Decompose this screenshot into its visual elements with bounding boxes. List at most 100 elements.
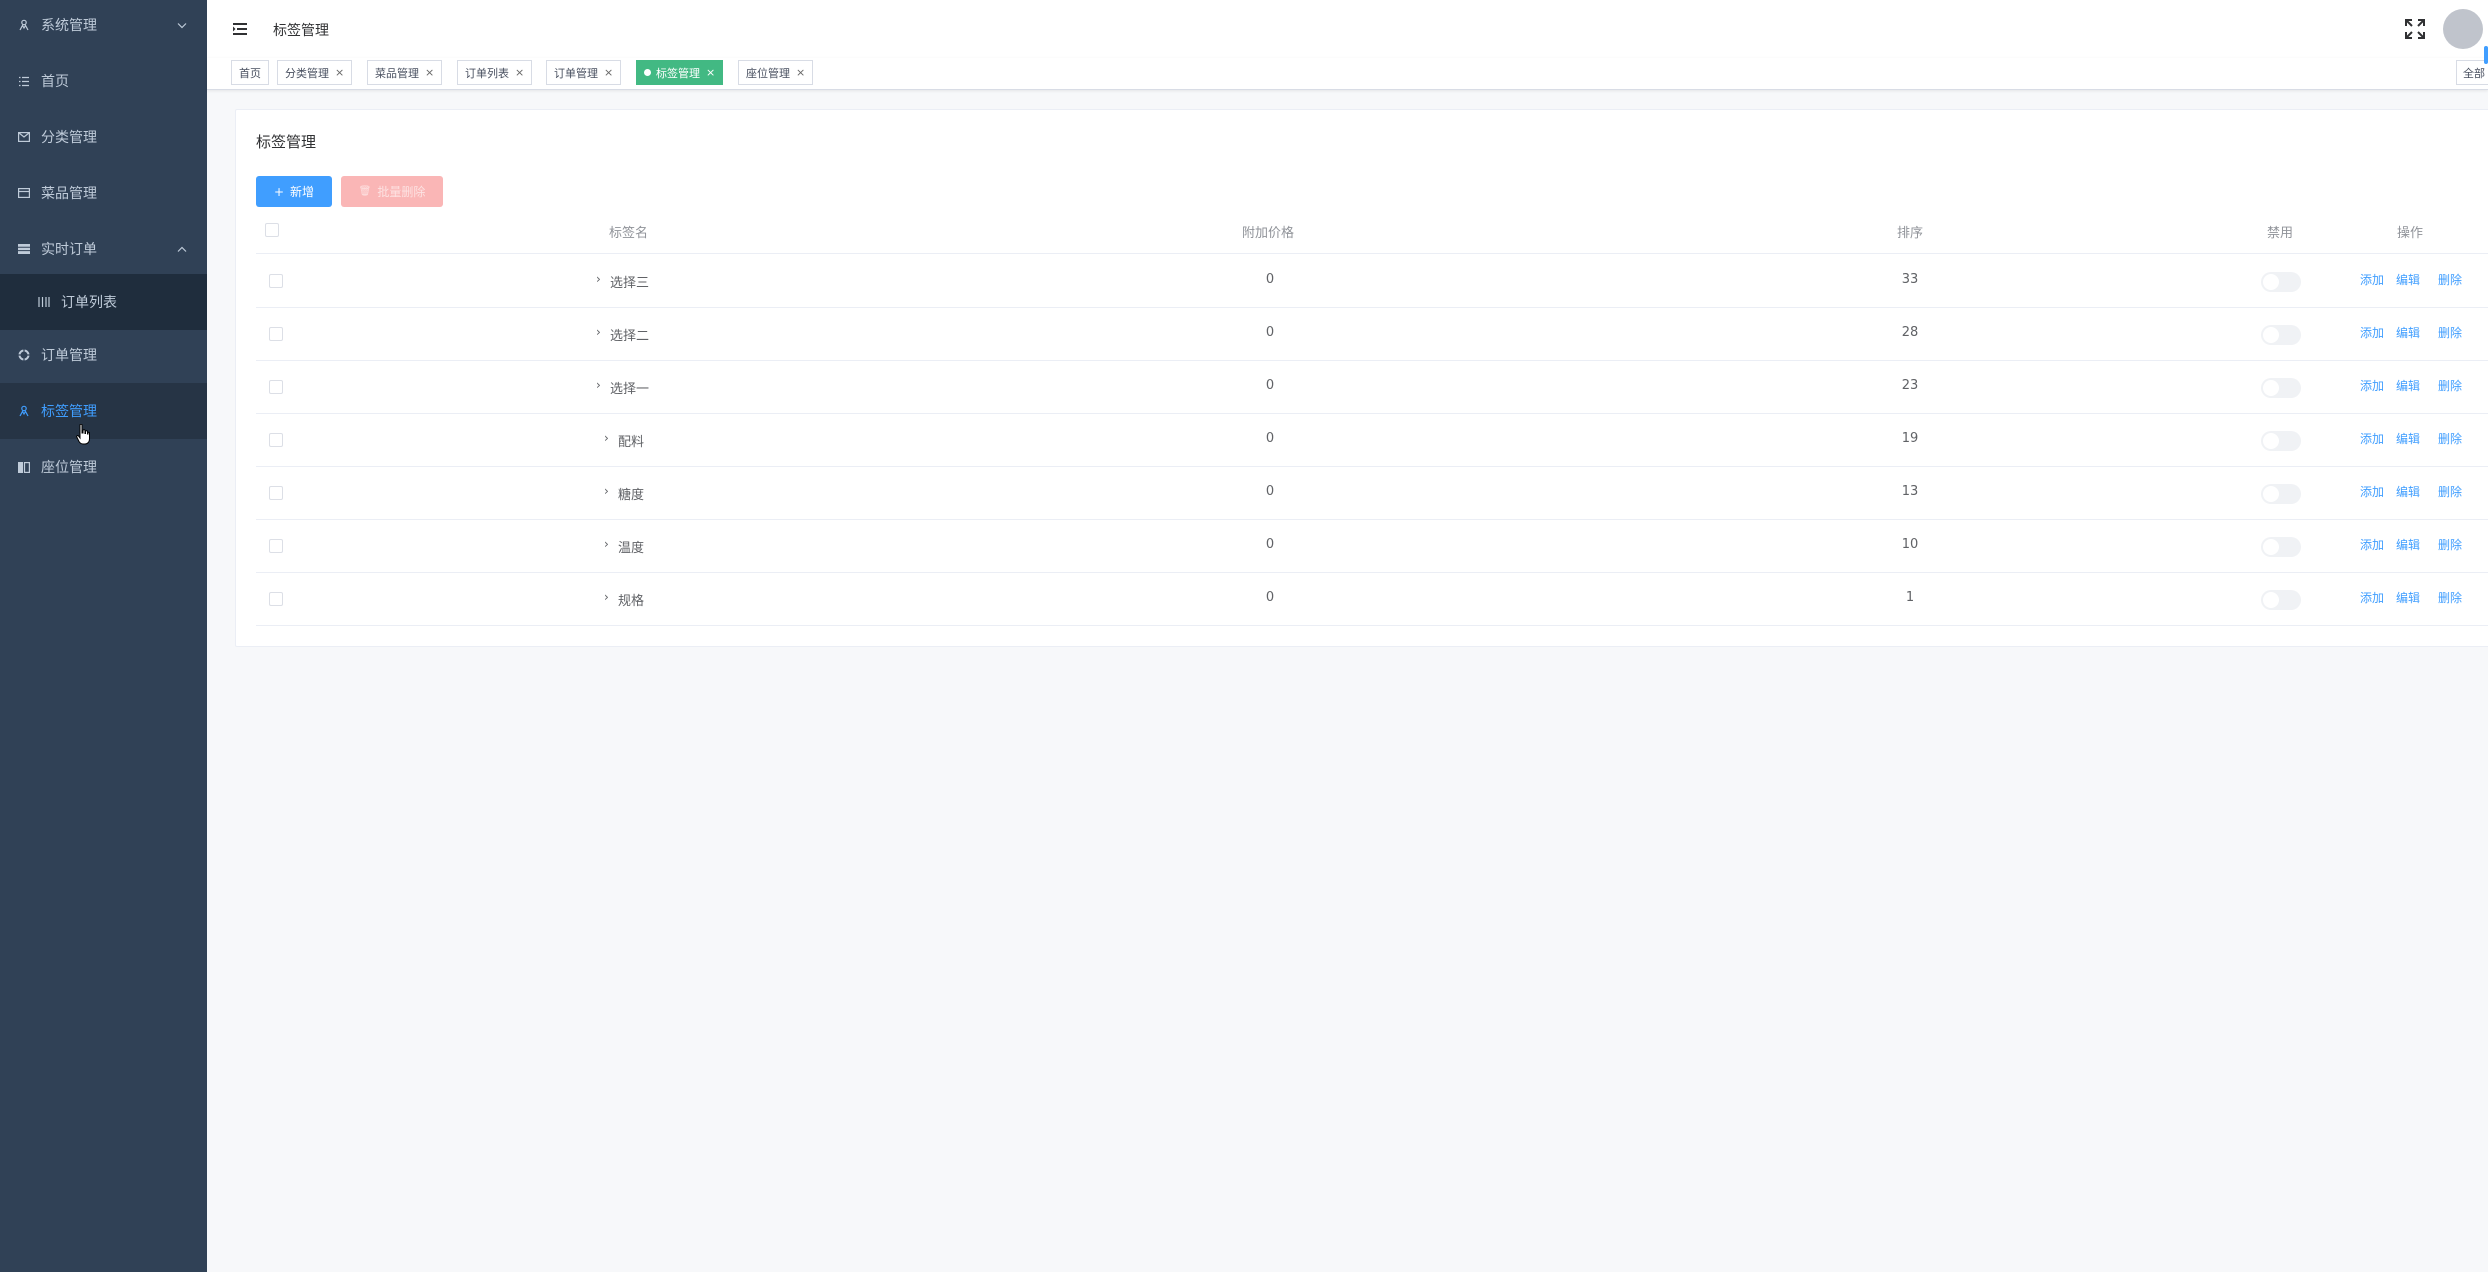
add-button[interactable]: + 新增 [256, 176, 332, 207]
delete-link[interactable]: 删除 [2438, 589, 2462, 606]
user-icon [17, 18, 31, 32]
row-checkbox[interactable] [269, 592, 283, 606]
edit-link[interactable]: 编辑 [2396, 483, 2420, 500]
disabled-switch[interactable] [2261, 272, 2301, 292]
sidebar-item-label: 菜品管理 [41, 186, 97, 202]
disabled-switch[interactable] [2261, 590, 2301, 610]
tab-category[interactable]: 分类管理 × [277, 60, 353, 85]
close-icon[interactable]: × [425, 66, 434, 79]
edit-link[interactable]: 编辑 [2396, 271, 2420, 288]
tag-name-cell: 温度 [618, 541, 645, 556]
close-icon[interactable]: × [515, 66, 524, 79]
sidebar-item-seats[interactable]: 座位管理 [0, 439, 207, 495]
sidebar-item-category[interactable]: 分类管理 [0, 109, 207, 165]
close-icon[interactable]: × [796, 66, 805, 79]
disabled-switch[interactable] [2261, 431, 2301, 451]
price-cell: 0 [1265, 431, 1275, 446]
tab-label: 首页 [239, 66, 261, 80]
add-child-link[interactable]: 添加 [2360, 536, 2384, 553]
sidebar-item-home[interactable]: 首页 [0, 53, 207, 109]
expand-arrow-icon[interactable]: › [604, 537, 609, 551]
price-cell: 0 [1265, 484, 1275, 499]
sort-cell: 33 [1901, 272, 1919, 287]
row-checkbox[interactable] [269, 380, 283, 394]
add-child-link[interactable]: 添加 [2360, 271, 2384, 288]
tag-name-cell: 选择一 [610, 382, 650, 397]
expand-arrow-icon[interactable]: › [596, 378, 601, 392]
edit-link[interactable]: 编辑 [2396, 324, 2420, 341]
tab-order-manage[interactable]: 订单管理 × [546, 60, 622, 85]
disabled-switch[interactable] [2261, 484, 2301, 504]
accent-marker [2484, 46, 2488, 64]
sidebar-item-system[interactable]: 系统管理 [0, 0, 207, 53]
expand-arrow-icon[interactable]: › [604, 484, 609, 498]
row-checkbox[interactable] [269, 486, 283, 500]
expand-arrow-icon[interactable]: › [604, 431, 609, 445]
hamburger-icon[interactable] [232, 21, 248, 37]
tab-label: 分类管理 [285, 66, 329, 80]
disabled-switch[interactable] [2261, 325, 2301, 345]
add-child-link[interactable]: 添加 [2360, 483, 2384, 500]
row-checkbox[interactable] [269, 433, 283, 447]
row-checkbox[interactable] [269, 539, 283, 553]
expand-arrow-icon[interactable]: › [604, 590, 609, 604]
select-all-checkbox[interactable] [265, 223, 279, 237]
column-header-actions: 操作 [2397, 226, 2424, 241]
sort-cell: 10 [1901, 537, 1919, 552]
tab-dishes[interactable]: 菜品管理 × [367, 60, 443, 85]
batch-delete-button[interactable]: 🗑 批量删除 [341, 176, 443, 207]
sidebar-item-label: 标签管理 [41, 404, 97, 420]
avatar[interactable] [2443, 9, 2483, 49]
grid-icon [37, 295, 51, 309]
plus-icon: + [273, 184, 285, 199]
sidebar-item-order-list[interactable]: 订单列表 [0, 274, 207, 330]
row-divider [256, 307, 2488, 308]
column-header-disabled: 禁用 [2267, 226, 2294, 241]
expand-arrow-icon[interactable]: › [596, 272, 601, 286]
sidebar: 系统管理 首页 分类管理 菜品管理 实时订单 订单列表 订单管理 标签管理 座位… [0, 0, 207, 1272]
add-child-link[interactable]: 添加 [2360, 377, 2384, 394]
book-icon [17, 460, 31, 474]
sidebar-item-realtime-orders[interactable]: 实时订单 [0, 221, 207, 277]
page-title: 标签管理 [256, 133, 317, 151]
disabled-switch[interactable] [2261, 537, 2301, 557]
add-button-label: 新增 [290, 185, 315, 199]
expand-arrow-icon[interactable]: › [596, 325, 601, 339]
add-child-link[interactable]: 添加 [2360, 324, 2384, 341]
tag-name-cell: 配料 [618, 435, 645, 450]
edit-link[interactable]: 编辑 [2396, 589, 2420, 606]
close-icon[interactable]: × [604, 66, 613, 79]
sidebar-item-dishes[interactable]: 菜品管理 [0, 165, 207, 221]
tab-home[interactable]: 首页 [231, 60, 269, 85]
sidebar-item-label: 系统管理 [41, 18, 97, 34]
delete-link[interactable]: 删除 [2438, 271, 2462, 288]
close-icon[interactable]: × [706, 66, 715, 79]
fullscreen-icon[interactable] [2405, 19, 2425, 39]
tab-seats[interactable]: 座位管理 × [738, 60, 814, 85]
delete-link[interactable]: 删除 [2438, 430, 2462, 447]
delete-link[interactable]: 删除 [2438, 536, 2462, 553]
row-checkbox[interactable] [269, 327, 283, 341]
delete-link[interactable]: 删除 [2438, 483, 2462, 500]
delete-link[interactable]: 删除 [2438, 377, 2462, 394]
row-divider [256, 572, 2488, 573]
trash-icon: 🗑 [358, 186, 372, 197]
tab-tags[interactable]: 标签管理 × [636, 60, 724, 85]
tab-label: 座位管理 [746, 66, 790, 80]
add-child-link[interactable]: 添加 [2360, 589, 2384, 606]
tab-order-list[interactable]: 订单列表 × [457, 60, 533, 85]
sidebar-item-label: 座位管理 [41, 460, 97, 476]
delete-link[interactable]: 删除 [2438, 324, 2462, 341]
close-icon[interactable]: × [335, 66, 344, 79]
row-checkbox[interactable] [269, 274, 283, 288]
row-divider [256, 625, 2488, 626]
sidebar-item-tags[interactable]: 标签管理 [0, 383, 207, 439]
edit-link[interactable]: 编辑 [2396, 536, 2420, 553]
list-icon [17, 74, 31, 88]
edit-link[interactable]: 编辑 [2396, 377, 2420, 394]
disabled-switch[interactable] [2261, 378, 2301, 398]
edit-link[interactable]: 编辑 [2396, 430, 2420, 447]
sidebar-item-order-manage[interactable]: 订单管理 [0, 327, 207, 383]
close-all-button[interactable]: 全部 [2456, 60, 2488, 85]
add-child-link[interactable]: 添加 [2360, 430, 2384, 447]
